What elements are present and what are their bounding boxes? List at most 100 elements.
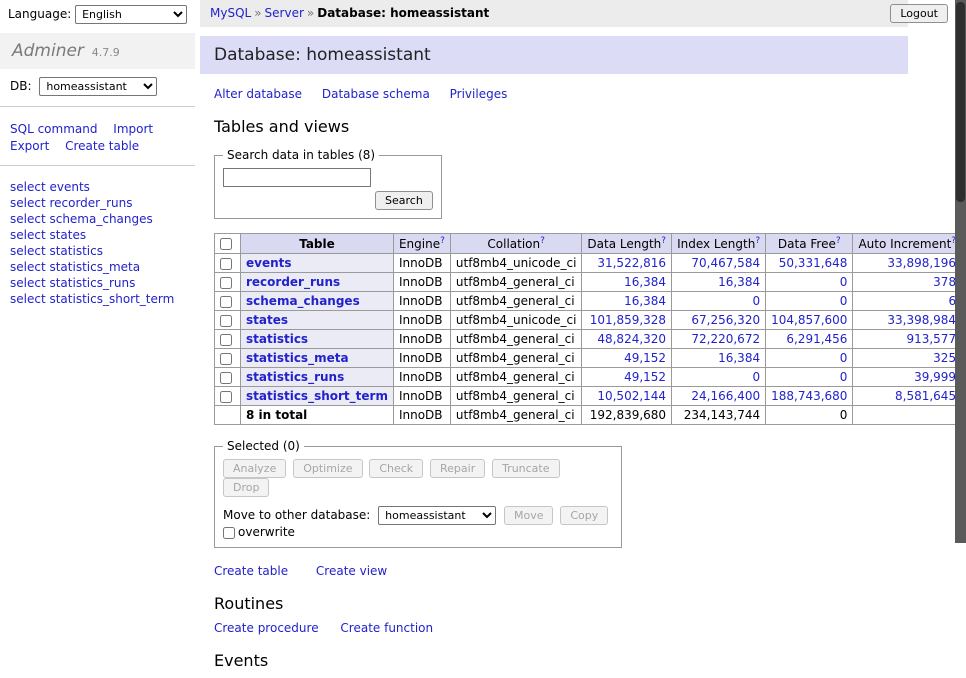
col-header-auto-increment[interactable]: Auto Increment?: [853, 234, 962, 254]
sidebar-item-select-states[interactable]: select states: [10, 228, 185, 243]
overwrite-option[interactable]: overwrite: [223, 525, 295, 539]
data-free-link[interactable]: 0: [840, 294, 848, 308]
row-checkbox[interactable]: [220, 391, 232, 403]
help-icon[interactable]: ?: [661, 236, 666, 246]
routine-links-row: Create procedure Create function: [214, 621, 908, 635]
index-length-link[interactable]: 70,467,584: [691, 256, 760, 270]
row-checkbox[interactable]: [220, 353, 232, 365]
sidebar-item-select-recorder-runs[interactable]: select recorder_runs: [10, 196, 185, 211]
row-checkbox[interactable]: [220, 372, 232, 384]
col-header-data-free[interactable]: Data Free?: [766, 234, 853, 254]
data-length-link[interactable]: 49,152: [624, 351, 666, 365]
help-icon[interactable]: ?: [540, 236, 545, 246]
breadcrumb-server-link[interactable]: Server: [265, 6, 304, 20]
sidebar-item-select-schema-changes[interactable]: select schema_changes: [10, 212, 185, 227]
col-header-table[interactable]: Table: [241, 234, 394, 254]
select-all-checkbox[interactable]: [220, 238, 232, 250]
sidebar-item-select-statistics-runs[interactable]: select statistics_runs: [10, 276, 185, 291]
copy-button[interactable]: Copy: [560, 506, 608, 525]
privileges-link[interactable]: Privileges: [450, 87, 508, 101]
col-header-data-length[interactable]: Data Length?: [582, 234, 672, 254]
language-select[interactable]: English: [75, 5, 187, 24]
row-checkbox[interactable]: [220, 315, 232, 327]
table-name-link[interactable]: statistics: [246, 332, 308, 346]
drop-button[interactable]: Drop: [223, 478, 269, 497]
data-free-link[interactable]: 104,857,600: [771, 313, 847, 327]
table-name-link[interactable]: statistics_runs: [246, 370, 344, 384]
truncate-button[interactable]: Truncate: [492, 459, 559, 478]
overwrite-checkbox[interactable]: [223, 527, 235, 539]
search-input[interactable]: [223, 168, 371, 187]
help-icon[interactable]: ?: [440, 236, 445, 246]
data-length-link[interactable]: 16,384: [624, 294, 666, 308]
auto-increment-link[interactable]: 33,898,196: [887, 256, 956, 270]
sidebar-item-select-statistics-meta[interactable]: select statistics_meta: [10, 260, 185, 275]
index-length-link[interactable]: 72,220,672: [691, 332, 760, 346]
sidebar-item-select-events[interactable]: select events: [10, 180, 185, 195]
breadcrumb-mysql-link[interactable]: MySQL: [210, 6, 251, 20]
data-length-link[interactable]: 101,859,328: [590, 313, 666, 327]
create-view-link[interactable]: Create view: [316, 564, 387, 578]
row-checkbox[interactable]: [220, 334, 232, 346]
sidebar-link-sql-command[interactable]: SQL command: [10, 121, 97, 138]
col-header-engine[interactable]: Engine?: [393, 234, 450, 254]
index-length-link[interactable]: 67,256,320: [691, 313, 760, 327]
sidebar-link-create-table[interactable]: Create table: [65, 138, 139, 155]
auto-increment-link[interactable]: 33,398,984: [887, 313, 956, 327]
row-checkbox[interactable]: [220, 258, 232, 270]
help-icon[interactable]: ?: [755, 236, 760, 246]
data-length-link[interactable]: 10,502,144: [597, 389, 666, 403]
search-button[interactable]: Search: [375, 191, 433, 210]
data-free-link[interactable]: 0: [840, 275, 848, 289]
move-db-select[interactable]: homeassistant: [378, 506, 496, 525]
database-schema-link[interactable]: Database schema: [322, 87, 430, 101]
auto-increment-link[interactable]: 8,581,645: [895, 389, 956, 403]
data-free-link[interactable]: 50,331,648: [779, 256, 848, 270]
auto-increment-link[interactable]: 913,577: [906, 332, 956, 346]
table-name-link[interactable]: statistics_short_term: [246, 389, 388, 403]
data-length-link[interactable]: 31,522,816: [597, 256, 666, 270]
logout-button[interactable]: Logout: [890, 4, 948, 23]
table-name-link[interactable]: schema_changes: [246, 294, 360, 308]
data-length-link[interactable]: 16,384: [624, 275, 666, 289]
move-button[interactable]: Move: [504, 506, 554, 525]
create-function-link[interactable]: Create function: [340, 621, 433, 635]
auto-increment-link[interactable]: 378: [933, 275, 956, 289]
auto-increment-link[interactable]: 325: [933, 351, 956, 365]
index-length-link[interactable]: 16,384: [718, 275, 760, 289]
auto-increment-link[interactable]: 39,999: [914, 370, 956, 384]
table-name-link[interactable]: events: [246, 256, 292, 270]
db-select[interactable]: homeassistant: [39, 77, 157, 96]
sidebar-item-select-statistics-short-term[interactable]: select statistics_short_term: [10, 292, 185, 307]
index-length-link[interactable]: 0: [752, 294, 760, 308]
index-length-link[interactable]: 24,166,400: [691, 389, 760, 403]
table-name-link[interactable]: statistics_meta: [246, 351, 349, 365]
col-header-collation[interactable]: Collation?: [450, 234, 582, 254]
analyze-button[interactable]: Analyze: [223, 459, 286, 478]
index-length-link[interactable]: 0: [752, 370, 760, 384]
table-name-link[interactable]: recorder_runs: [246, 275, 340, 289]
sidebar-link-export[interactable]: Export: [10, 138, 49, 155]
data-free-link[interactable]: 0: [840, 351, 848, 365]
check-button[interactable]: Check: [369, 459, 423, 478]
scrollbar-thumb[interactable]: [956, 2, 965, 202]
sidebar-link-import[interactable]: Import: [113, 121, 153, 138]
col-header-index-length[interactable]: Index Length?: [672, 234, 766, 254]
sidebar-item-select-statistics[interactable]: select statistics: [10, 244, 185, 259]
row-checkbox[interactable]: [220, 277, 232, 289]
optimize-button[interactable]: Optimize: [293, 459, 362, 478]
table-name-link[interactable]: states: [246, 313, 288, 327]
alter-database-link[interactable]: Alter database: [214, 87, 302, 101]
help-icon[interactable]: ?: [836, 236, 841, 246]
data-length-link[interactable]: 48,824,320: [597, 332, 666, 346]
create-table-link[interactable]: Create table: [214, 564, 288, 578]
row-checkbox[interactable]: [220, 296, 232, 308]
data-length-link[interactable]: 49,152: [624, 370, 666, 384]
index-length-link[interactable]: 16,384: [718, 351, 760, 365]
data-free-link[interactable]: 188,743,680: [771, 389, 847, 403]
vertical-scrollbar[interactable]: [955, 0, 966, 543]
create-procedure-link[interactable]: Create procedure: [214, 621, 319, 635]
repair-button[interactable]: Repair: [430, 459, 485, 478]
data-free-link[interactable]: 6,291,456: [786, 332, 847, 346]
data-free-link[interactable]: 0: [840, 370, 848, 384]
